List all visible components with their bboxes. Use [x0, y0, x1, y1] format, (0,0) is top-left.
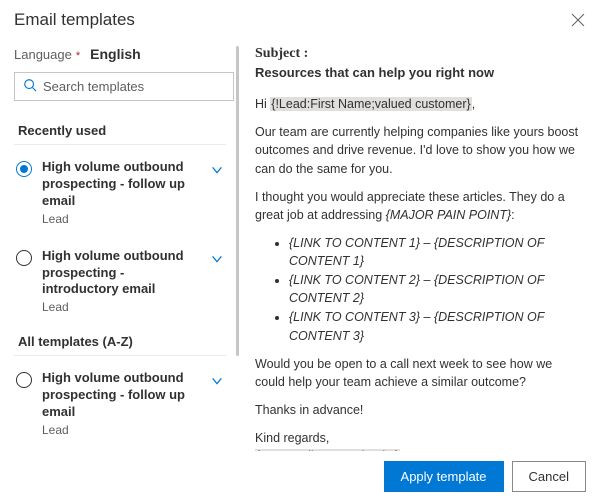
body-paragraph: I thought you would appreciate these art…	[255, 188, 582, 224]
list-item: {LINK TO CONTENT 2} – {DESCRIPTION OF CO…	[289, 271, 582, 307]
subject-text: Resources that can help you right now	[255, 64, 582, 83]
list-item: {LINK TO CONTENT 3} – {DESCRIPTION OF CO…	[289, 308, 582, 344]
dialog-header: Email templates	[0, 0, 600, 38]
template-name: High volume outbound prospecting - follo…	[42, 159, 200, 210]
close-icon[interactable]	[570, 12, 586, 28]
greeting-line: Hi {!Lead:First Name;valued customer},	[255, 95, 582, 113]
section-recently-used: Recently used	[14, 117, 226, 145]
chevron-down-icon[interactable]	[210, 252, 224, 266]
template-entity: Lead	[42, 300, 200, 314]
search-box[interactable]	[14, 72, 234, 101]
template-item[interactable]: High volume outbound prospecting - follo…	[14, 362, 226, 451]
pane-divider	[236, 46, 239, 356]
cancel-button[interactable]: Cancel	[512, 461, 586, 492]
search-input[interactable]	[43, 79, 225, 94]
preview-pane: Subject : Resources that can help you ri…	[249, 38, 586, 451]
section-all-templates: All templates (A-Z)	[14, 328, 226, 356]
list-item: {LINK TO CONTENT 1} – {DESCRIPTION OF CO…	[289, 234, 582, 270]
language-value[interactable]: English	[90, 46, 141, 62]
chevron-down-icon[interactable]	[210, 163, 224, 177]
merge-field: {!Lead:First Name;valued customer}	[270, 97, 471, 111]
content-links-list: {LINK TO CONTENT 1} – {DESCRIPTION OF CO…	[289, 234, 582, 345]
template-entity: Lead	[42, 423, 200, 437]
radio-selected[interactable]	[16, 161, 32, 177]
template-list[interactable]: Recently used High volume outbound prosp…	[14, 117, 234, 451]
chevron-down-icon[interactable]	[210, 374, 224, 388]
dialog-footer: Apply template Cancel	[0, 451, 600, 504]
radio-unselected[interactable]	[16, 372, 32, 388]
signoff: Kind regards,{!User:Full Name;Thanks}	[255, 429, 582, 451]
language-row: Language* English	[14, 38, 234, 72]
subject-label: Subject :	[255, 44, 582, 64]
body-paragraph: Thanks in advance!	[255, 401, 582, 419]
template-entity: Lead	[42, 212, 200, 226]
language-label: Language*	[14, 47, 80, 62]
search-icon	[23, 78, 37, 95]
apply-template-button[interactable]: Apply template	[384, 461, 504, 492]
required-star: *	[76, 50, 80, 62]
email-templates-dialog: Email templates Language* English Recent…	[0, 0, 600, 504]
radio-unselected[interactable]	[16, 250, 32, 266]
left-pane: Language* English Recently used High vol…	[14, 38, 234, 451]
dialog-title: Email templates	[14, 10, 135, 30]
template-name: High volume outbound prospecting - follo…	[42, 370, 200, 421]
template-item[interactable]: High volume outbound prospecting - follo…	[14, 151, 226, 240]
body-paragraph: Would you be open to a call next week to…	[255, 355, 582, 391]
body-paragraph: Our team are currently helping companies…	[255, 123, 582, 177]
template-name: High volume outbound prospecting - intro…	[42, 248, 200, 299]
dialog-body: Language* English Recently used High vol…	[0, 38, 600, 451]
template-item[interactable]: High volume outbound prospecting - intro…	[14, 240, 226, 329]
